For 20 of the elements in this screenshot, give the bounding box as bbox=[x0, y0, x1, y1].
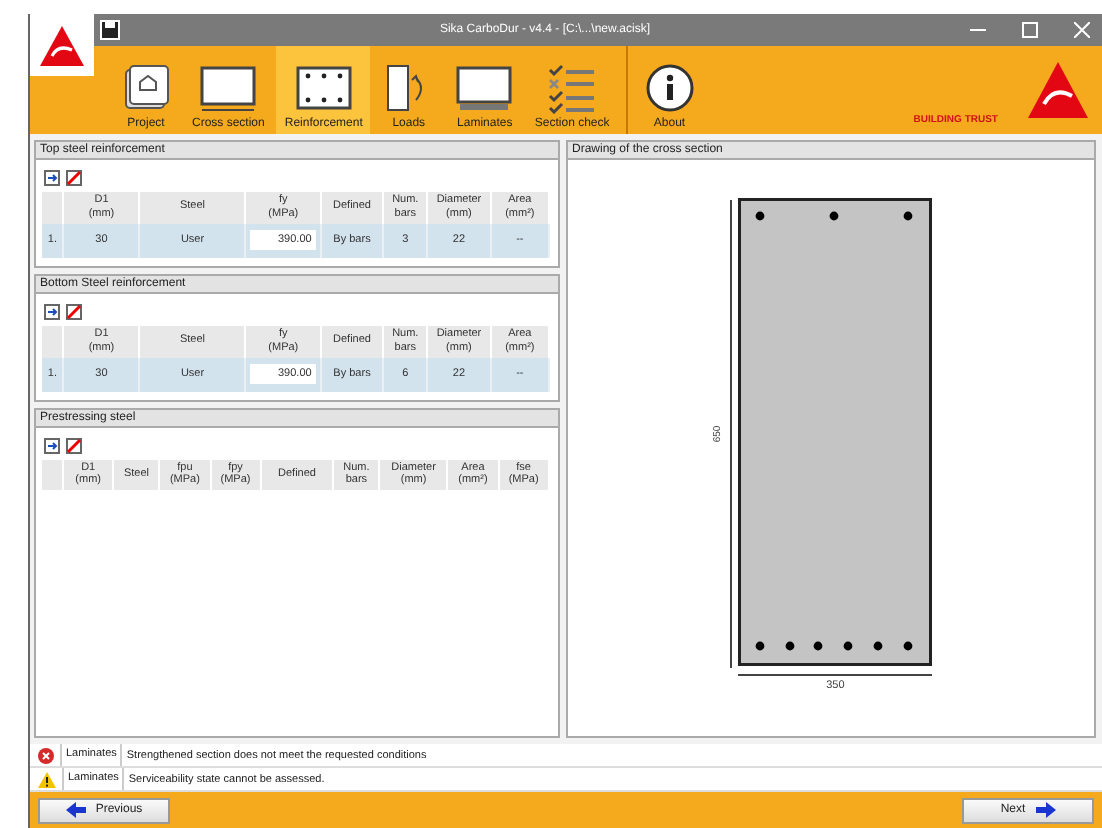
brand-logo bbox=[1026, 60, 1090, 120]
save-icon[interactable] bbox=[100, 20, 120, 40]
arrow-left-icon bbox=[65, 802, 86, 818]
rectangle-icon bbox=[198, 62, 259, 114]
add-row-icon[interactable] bbox=[44, 303, 60, 320]
info-icon bbox=[643, 62, 696, 114]
maximize-icon[interactable] bbox=[1022, 22, 1038, 38]
delete-row-icon[interactable] bbox=[66, 170, 82, 186]
add-row-icon[interactable] bbox=[44, 170, 60, 186]
add-row-icon[interactable] bbox=[44, 437, 60, 453]
brand-logo bbox=[30, 14, 94, 76]
close-icon[interactable] bbox=[1074, 22, 1090, 38]
rebar-section-icon bbox=[293, 62, 354, 114]
delete-row-icon[interactable] bbox=[66, 303, 82, 320]
arrow-right-icon bbox=[1035, 802, 1056, 818]
checklist-icon bbox=[546, 62, 599, 114]
laminate-icon bbox=[454, 62, 515, 114]
delete-row-icon[interactable] bbox=[66, 437, 82, 453]
warning-icon bbox=[38, 771, 56, 787]
document-icon bbox=[120, 62, 172, 114]
